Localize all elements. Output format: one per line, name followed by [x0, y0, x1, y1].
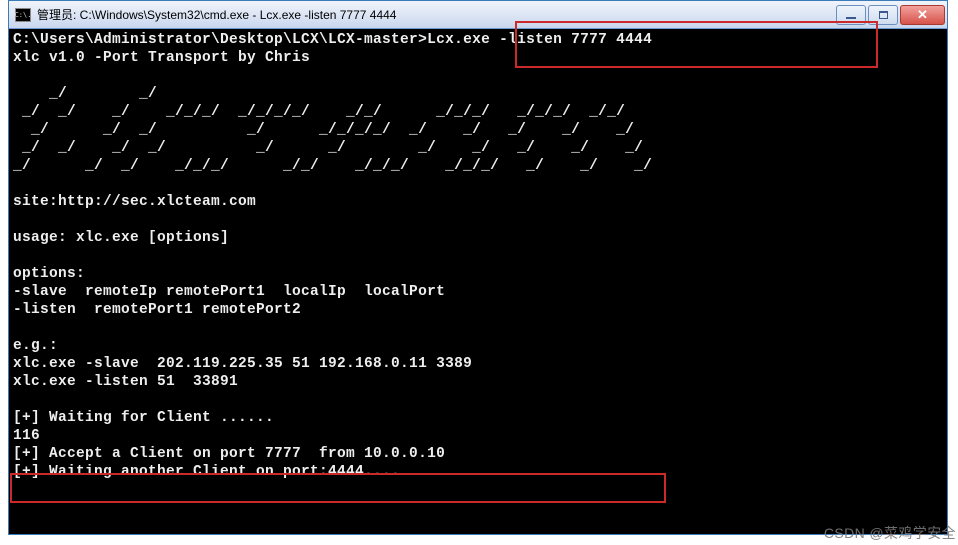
- window-controls: ✕: [834, 5, 945, 25]
- example-line: xlc.exe -slave 202.119.225.35 51 192.168…: [13, 356, 472, 372]
- example-label: e.g.:: [13, 338, 58, 354]
- close-icon: ✕: [917, 7, 928, 23]
- option-listen: -listen remotePort1 remotePort2: [13, 302, 301, 318]
- maximize-button[interactable]: [868, 5, 898, 25]
- site-line: site:http://sec.xlcteam.com: [13, 194, 256, 210]
- cmd-window: C:\. 管理员: C:\Windows\System32\cmd.exe - …: [8, 0, 948, 535]
- minimize-icon: [846, 17, 856, 19]
- titlebar[interactable]: C:\. 管理员: C:\Windows\System32\cmd.exe - …: [9, 1, 947, 29]
- cmd-icon: C:\.: [15, 8, 31, 22]
- version-line: xlc v1.0 -Port Transport by Chris: [13, 50, 310, 66]
- ascii-art-line: _/ _/ _/ _/_/_/ _/_/_/_/ _/_/ _/_/_/ _/_…: [13, 104, 643, 120]
- ascii-art-line: _/ _/ _/ _/_/_/ _/_/ _/_/_/ _/_/_/ _/ _/…: [13, 158, 679, 174]
- minimize-button[interactable]: [836, 5, 866, 25]
- log-accept: [+] Accept a Client on port 7777 from 10…: [13, 446, 445, 462]
- usage-line: usage: xlc.exe [options]: [13, 230, 229, 246]
- example-line: xlc.exe -listen 51 33891: [13, 374, 238, 390]
- option-slave: -slave remoteIp remotePort1 localIp loca…: [13, 284, 445, 300]
- ascii-art-line: _/ _/: [13, 86, 508, 102]
- ascii-art-line: _/ _/ _/ _/ _/ _/ _/ _/ _/ _/ _/: [13, 140, 661, 156]
- close-button[interactable]: ✕: [900, 5, 945, 25]
- command: Lcx.exe -listen 7777 4444: [427, 32, 652, 48]
- titlebar-prefix: 管理员:: [37, 8, 80, 22]
- titlebar-path: C:\Windows\System32\cmd.exe: [80, 8, 249, 22]
- titlebar-suffix: - Lcx.exe -listen 7777 4444: [249, 8, 396, 22]
- log-num: 116: [13, 428, 40, 444]
- options-label: options:: [13, 266, 85, 282]
- titlebar-text: 管理员: C:\Windows\System32\cmd.exe - Lcx.e…: [37, 6, 834, 23]
- ascii-art-line: _/ _/ _/ _/ _/_/_/_/ _/ _/ _/ _/ _/: [13, 122, 643, 138]
- terminal-output[interactable]: C:\Users\Administrator\Desktop\LCX\LCX-m…: [9, 29, 947, 534]
- log-waiting2: [+] Waiting another Client on port:4444.…: [13, 464, 400, 480]
- prompt: C:\Users\Administrator\Desktop\LCX\LCX-m…: [13, 32, 427, 48]
- log-waiting: [+] Waiting for Client ......: [13, 410, 274, 426]
- watermark: CSDN @菜鸡学安全: [824, 523, 956, 543]
- maximize-icon: [879, 11, 888, 19]
